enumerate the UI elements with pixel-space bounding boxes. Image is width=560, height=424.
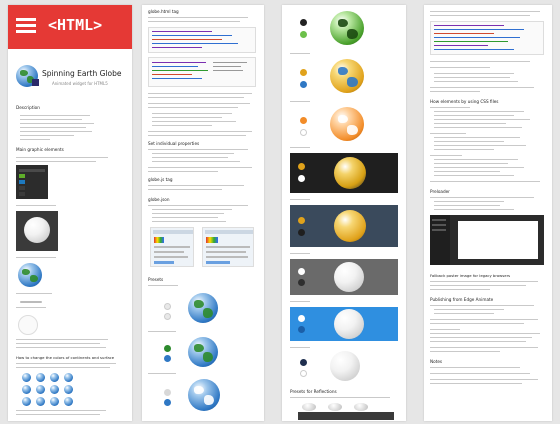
- doc-page-4: How elements by using CSS files Preloade…: [424, 5, 552, 421]
- preloader-screenshot: [430, 215, 544, 265]
- heading-globe-html: globe.html tag: [148, 9, 179, 14]
- sphere-preview-dark: [16, 211, 58, 251]
- doc-page-3: Presets for Reflections: [282, 5, 406, 421]
- reflection-preview: [18, 315, 38, 335]
- hamburger-icon[interactable]: [16, 18, 36, 34]
- description-heading: Description: [16, 105, 40, 110]
- preset-globe-1: [188, 293, 218, 323]
- edge-animate-icon: [32, 79, 39, 86]
- heading-preloader: Preloader: [430, 189, 450, 194]
- settings-panel-left: [150, 227, 194, 267]
- preset-slate-panel: [290, 205, 398, 247]
- doc-page-2: globe.html tag Set individual properties…: [142, 5, 264, 421]
- heading-css-files: How elements by using CSS files: [430, 99, 499, 104]
- globe-preview: [18, 263, 42, 287]
- heading-presets: Presets: [148, 277, 164, 282]
- section-heading-main: Main graphic elements: [16, 147, 64, 152]
- section-heading-colors: How to change the colors of continents a…: [16, 355, 115, 360]
- heading-globe-json: globe.json: [148, 197, 170, 202]
- heading-notes: Notes: [430, 359, 443, 364]
- preset-globe-2: [188, 337, 218, 367]
- page-subtitle: Animated widget for HTML5: [52, 81, 108, 86]
- layers-panel: [16, 165, 48, 199]
- code-block-2: [148, 57, 256, 87]
- html-badge: <HTML>: [8, 5, 132, 49]
- preset-globe-white: [330, 351, 360, 381]
- heading-globe-js: globe.js tag: [148, 177, 173, 182]
- settings-panel-right: [202, 227, 254, 267]
- preset-globe-gold: [330, 59, 364, 93]
- heading-reflections: Presets for Reflections: [290, 389, 337, 394]
- code-block-1: [148, 27, 256, 53]
- preset-globe-3: [188, 379, 220, 411]
- heading-fallback: Fallback poster image for legacy browser…: [430, 273, 511, 278]
- badge-text: <HTML>: [48, 16, 103, 34]
- preset-blue-panel: [290, 307, 398, 341]
- preset-globe-green: [330, 11, 364, 45]
- preset-dark-panel: [290, 153, 398, 193]
- preset-globe-orange: [330, 107, 364, 141]
- preset-gray-panel: [290, 259, 398, 295]
- page-title: Spinning Earth Globe: [42, 69, 122, 78]
- heading-publishing: Publishing from Edge Animate: [430, 297, 494, 302]
- doc-page-1: <HTML> Spinning Earth Globe Animated wid…: [8, 5, 132, 421]
- heading-individual-props: Set individual properties: [148, 141, 200, 146]
- code-block-3: [430, 21, 544, 55]
